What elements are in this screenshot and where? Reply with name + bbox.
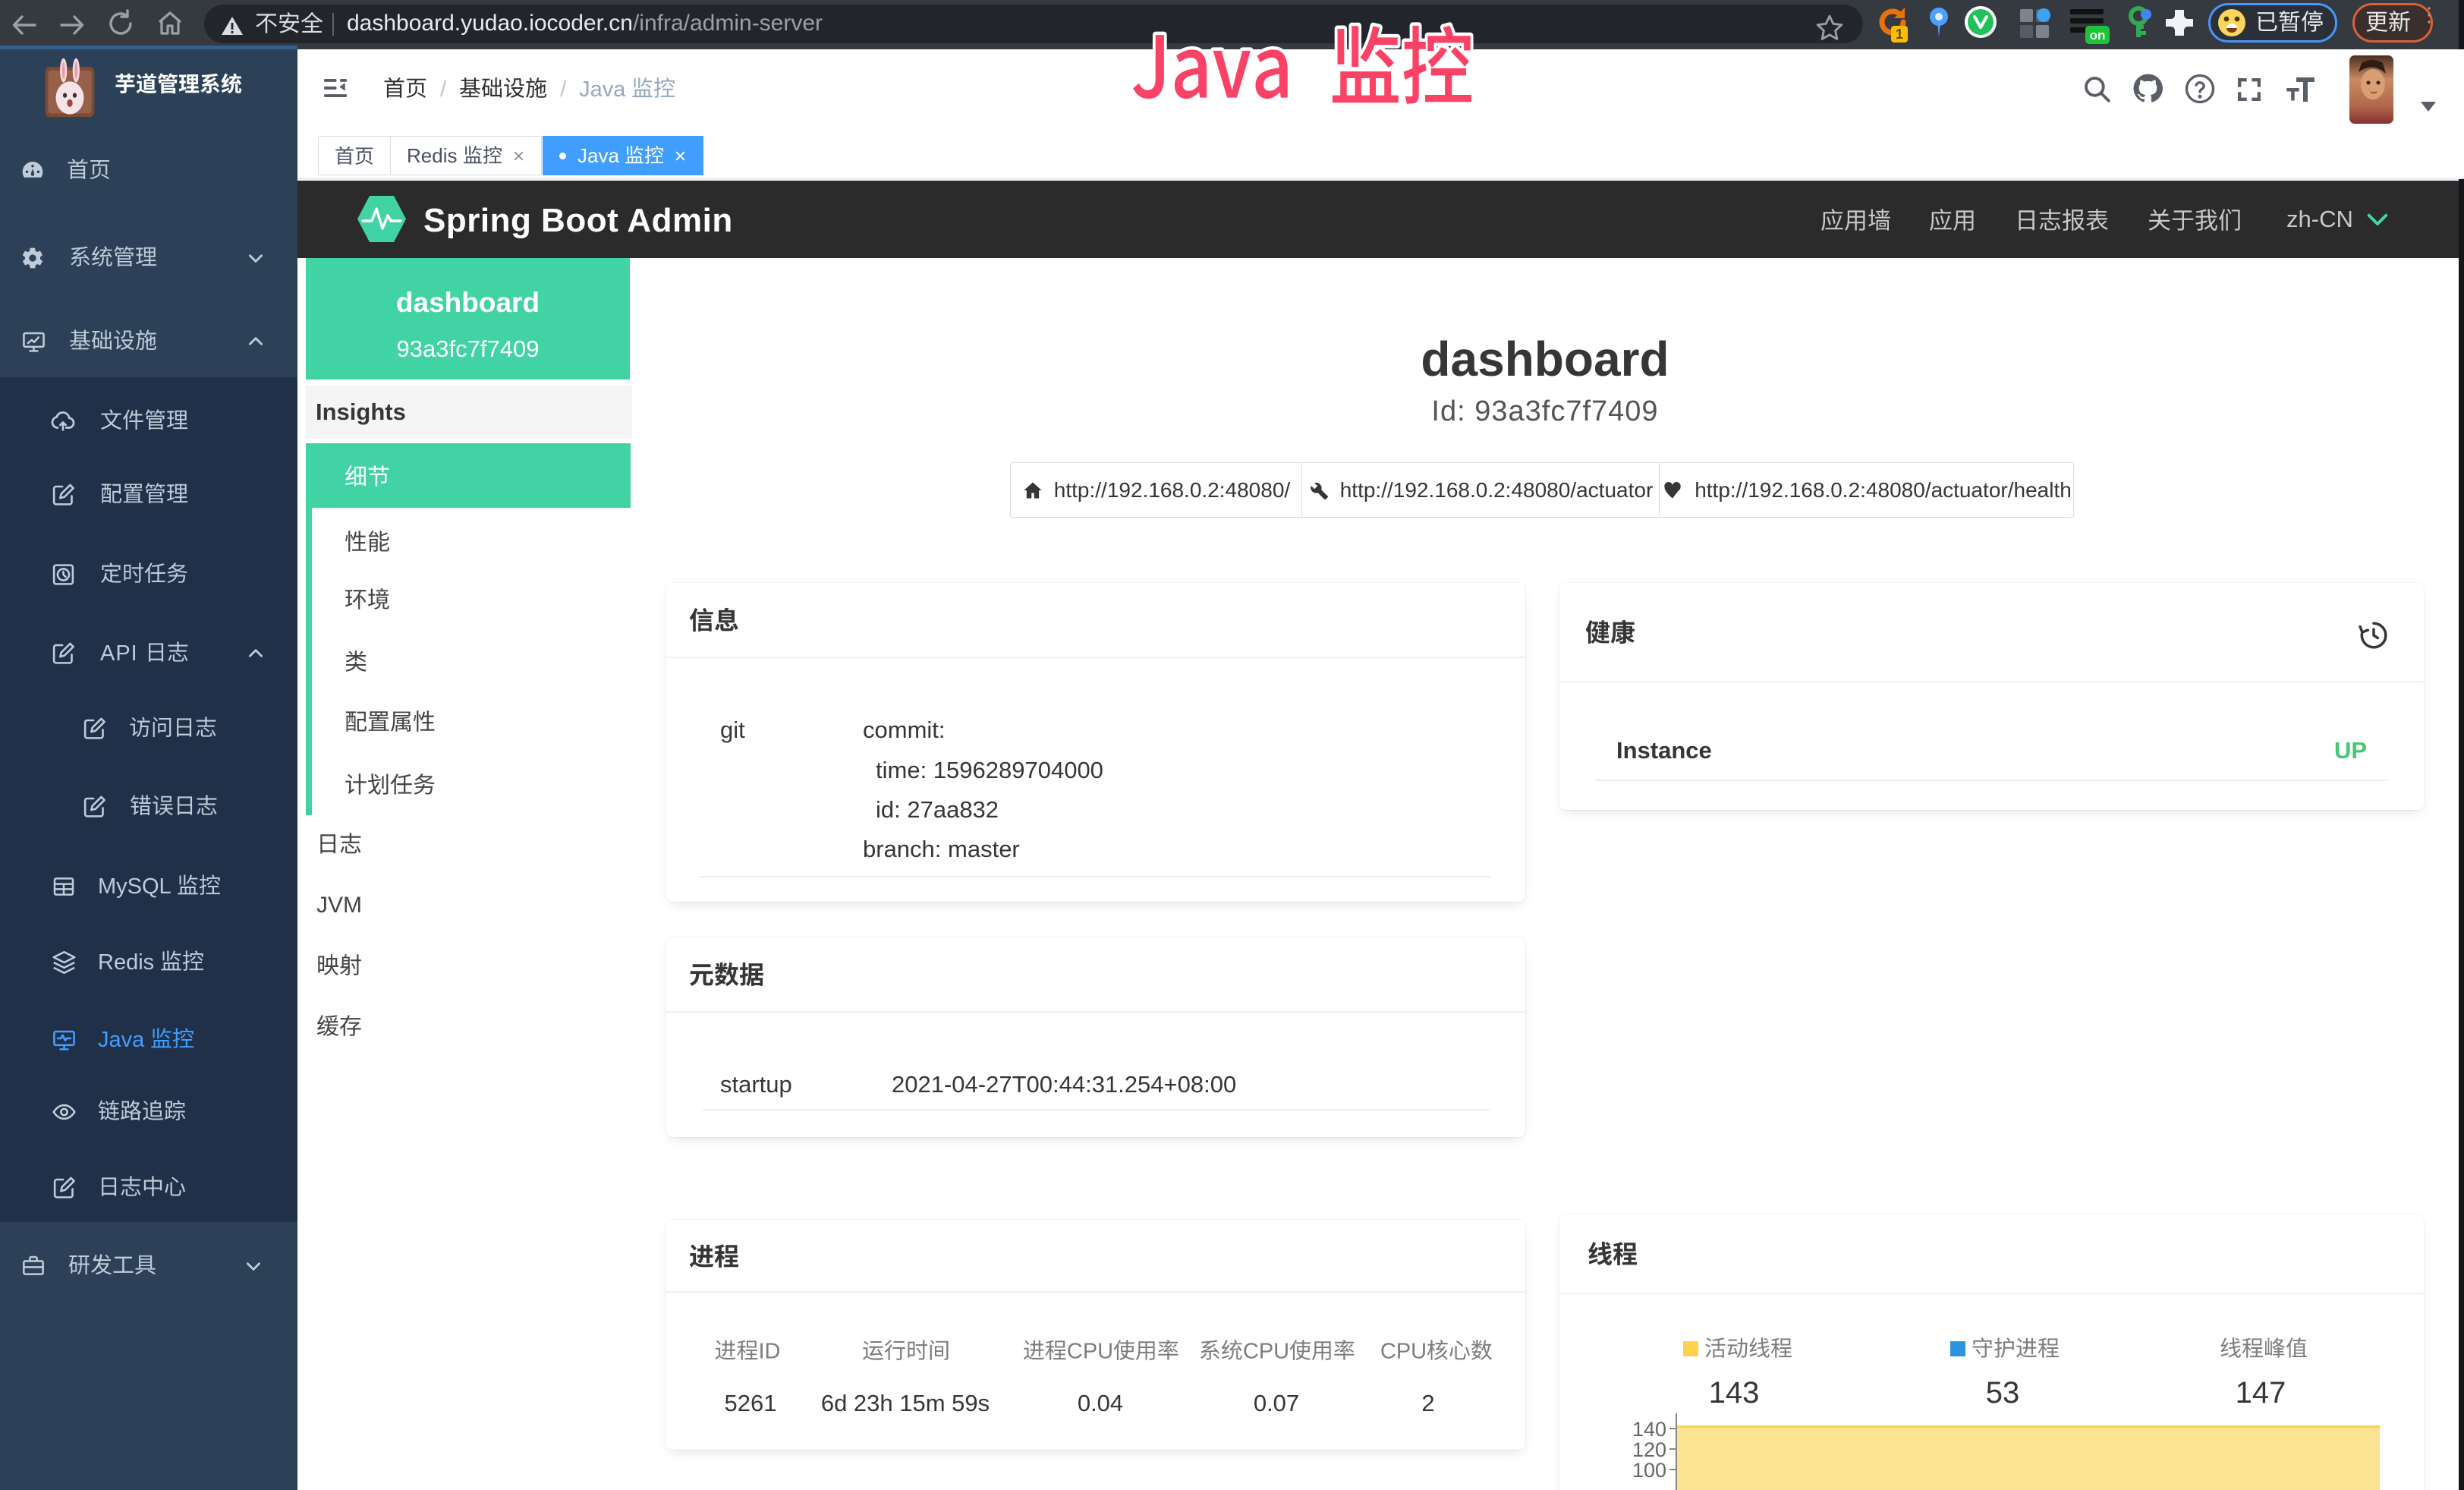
svg-text:1: 1 xyxy=(1896,27,1903,42)
svg-text:on: on xyxy=(2090,28,2106,43)
